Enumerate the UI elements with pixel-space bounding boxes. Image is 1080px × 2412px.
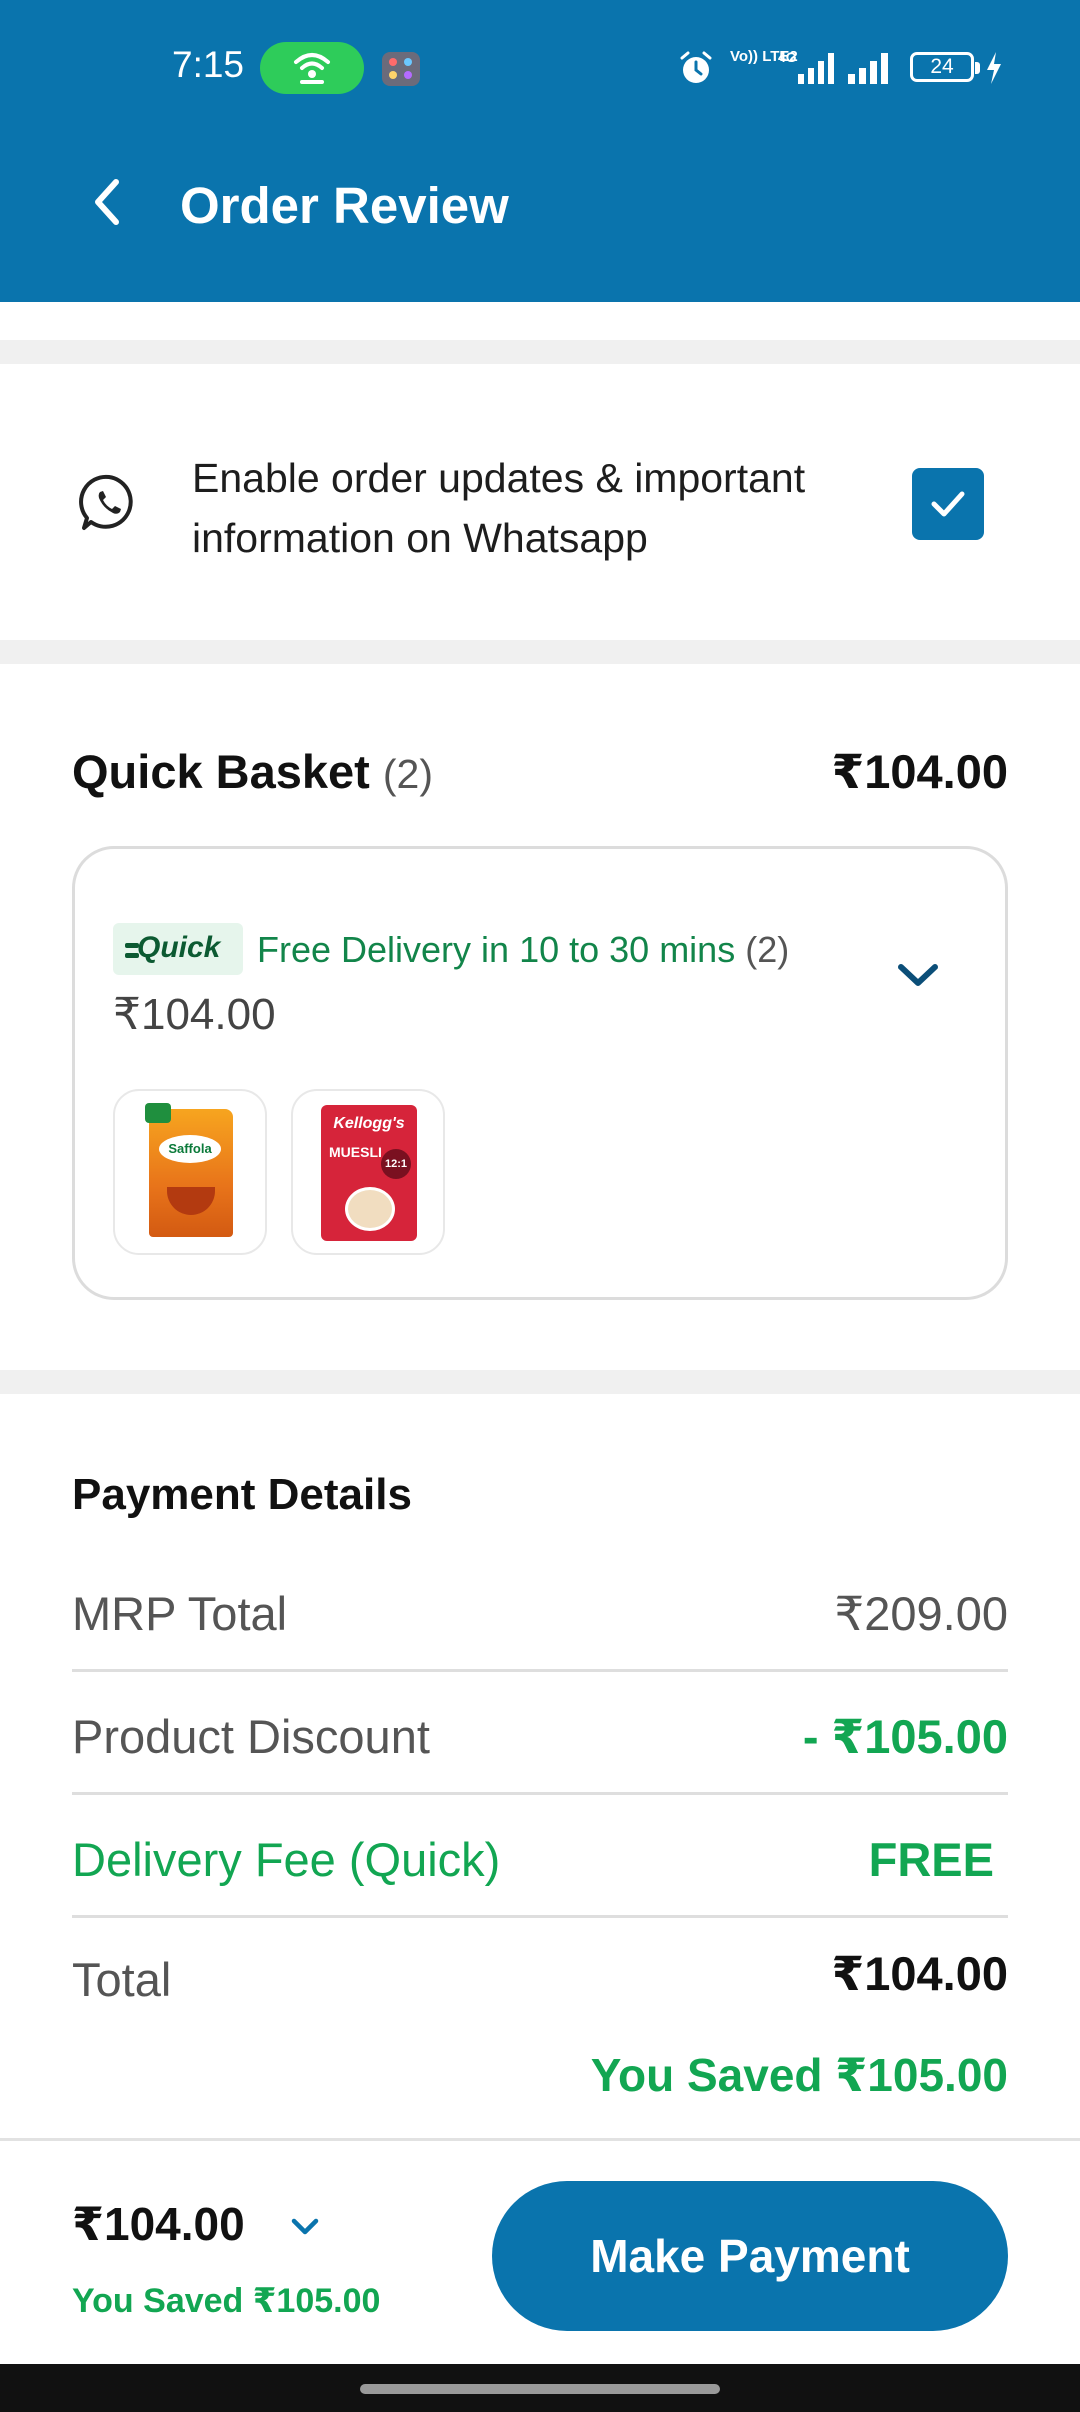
make-payment-button[interactable]: Make Payment	[492, 2181, 1008, 2331]
status-time: 7:15	[172, 44, 245, 85]
delivery-count: (2)	[745, 929, 790, 970]
basket-card[interactable]: Quick Free Delivery in 10 to 30 mins (2)…	[72, 846, 1008, 1300]
signal-4g-icon: 4G	[778, 49, 834, 84]
discount-label: Product Discount	[72, 1710, 430, 1763]
payment-row-discount: Product Discount - ₹105.00	[72, 1673, 1008, 1795]
delivery-info: Free Delivery in 10 to 30 mins (2)	[257, 929, 789, 971]
footer-price[interactable]: ₹104.00	[72, 2197, 245, 2251]
system-nav-bar	[0, 2364, 1080, 2412]
quick-badge: Quick	[113, 923, 243, 975]
section-divider	[0, 1370, 1080, 1394]
basket-subtotal: ₹104.00	[113, 990, 276, 1039]
section-divider	[0, 340, 1080, 364]
discount-value: - ₹105.00	[802, 1710, 1008, 1763]
notification-app-icon	[382, 52, 420, 86]
back-arrow-icon[interactable]	[86, 172, 134, 232]
basket-count: (2)	[382, 751, 433, 797]
battery-icon: 24	[910, 52, 980, 82]
total-label: Total	[72, 1953, 172, 2006]
hotspot-icon	[260, 42, 364, 94]
savings-text: You Saved ₹105.00	[590, 2049, 1008, 2101]
payment-row-delivery: Delivery Fee (Quick) FREE	[72, 1796, 1008, 1918]
oats-pack-image: Saffola	[145, 1103, 233, 1237]
order-review-screen: 7:15 Vo)) LTE2 4G 24 Order Review Enable…	[0, 0, 1080, 2412]
page-title: Order Review	[180, 177, 509, 234]
total-value: ₹104.00	[831, 1947, 1008, 2000]
home-gesture-handle[interactable]	[360, 2384, 720, 2394]
status-icons: Vo)) LTE2 4G 24	[672, 46, 1012, 90]
oats-brand-text: Saffola	[159, 1135, 221, 1163]
basket-total: ₹104.00	[831, 745, 1008, 798]
svg-text:4G: 4G	[778, 49, 797, 65]
payment-row-total: Total ₹104.00	[72, 1916, 1008, 2038]
whatsapp-icon	[78, 472, 140, 534]
alarm-icon	[680, 51, 712, 83]
product-thumbnail-muesli[interactable]: Kellogg's MUESLI 12:1	[291, 1089, 445, 1255]
signal-icon	[848, 53, 888, 84]
section-divider	[0, 640, 1080, 664]
delivery-fee-label: Delivery Fee (Quick)	[72, 1833, 501, 1886]
payment-row-mrp: MRP Total ₹209.00	[72, 1550, 1008, 1672]
chevron-down-icon[interactable]	[290, 2217, 320, 2237]
basket-title-label: Quick Basket	[72, 745, 370, 798]
muesli-pack-image: Kellogg's MUESLI 12:1	[321, 1105, 417, 1241]
payment-details-title: Payment Details	[72, 1470, 412, 1519]
bottom-bar: ₹104.00 You Saved ₹105.00 Make Payment	[0, 2138, 1080, 2364]
whatsapp-checkbox[interactable]	[912, 468, 984, 540]
mrp-value: ₹209.00	[834, 1587, 1008, 1640]
app-header: 7:15 Vo)) LTE2 4G 24 Order Review	[0, 0, 1080, 302]
status-bar: 7:15 Vo)) LTE2 4G 24	[0, 0, 1080, 140]
charging-icon	[987, 52, 1001, 84]
product-thumbnail-oats[interactable]: Saffola	[113, 1089, 267, 1255]
basket-title: Quick Basket (2)	[72, 744, 433, 799]
delivery-text: Free Delivery in 10 to 30 mins	[257, 929, 736, 970]
quick-badge-label: Quick	[137, 931, 221, 964]
whatsapp-optin-text: Enable order updates & important informa…	[192, 455, 806, 561]
muesli-brand-text: Kellogg's	[333, 1115, 405, 1132]
mrp-label: MRP Total	[72, 1587, 288, 1640]
chevron-down-icon[interactable]	[895, 961, 941, 991]
footer-savings: You Saved ₹105.00	[72, 2282, 381, 2320]
delivery-fee-value: FREE	[868, 1833, 994, 1886]
